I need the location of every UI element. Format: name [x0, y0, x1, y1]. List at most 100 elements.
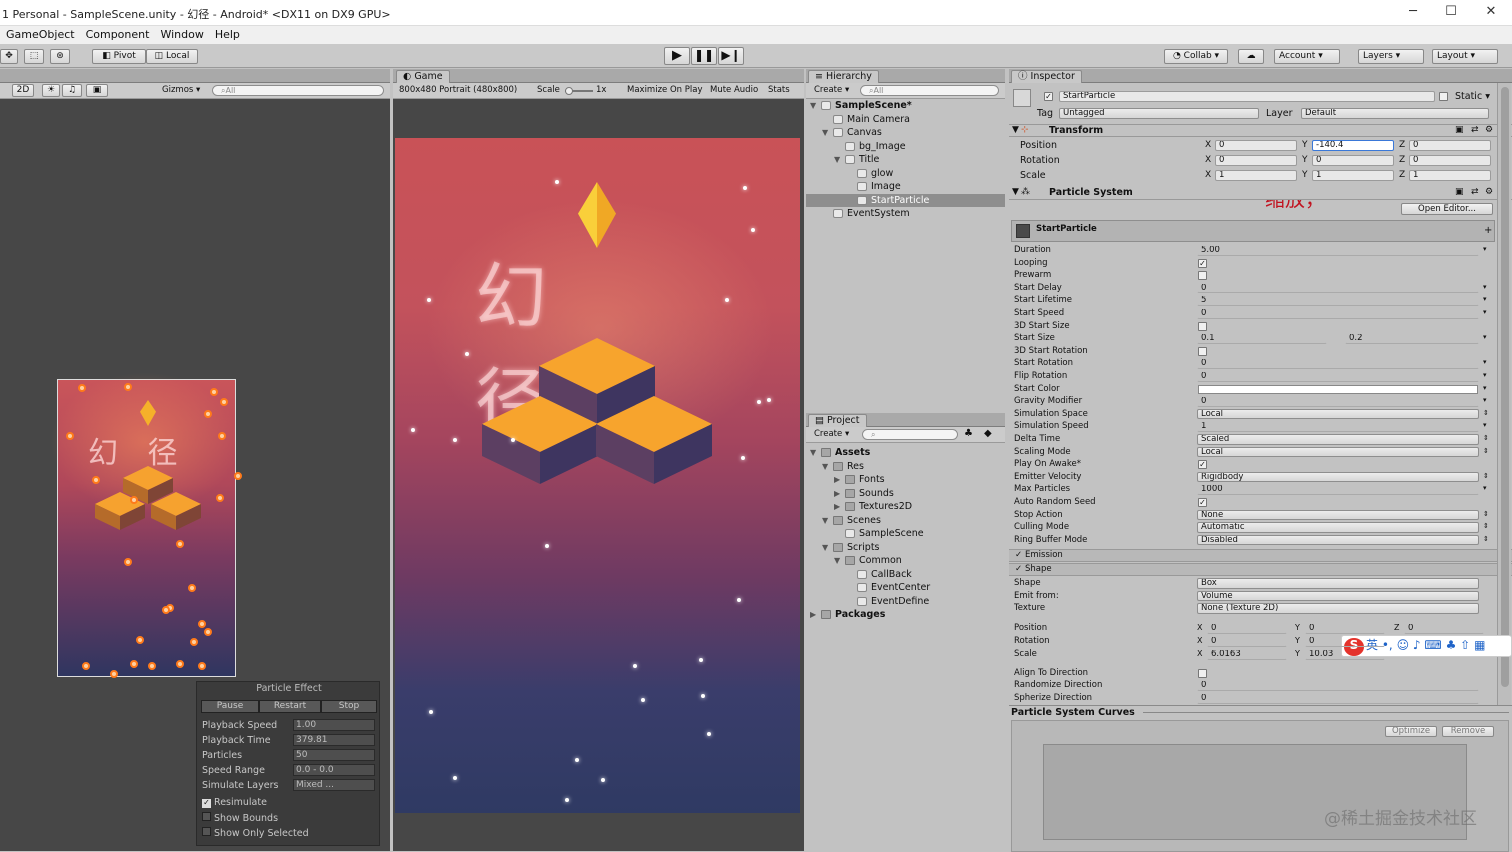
start-color-swatch[interactable] [1198, 384, 1478, 394]
ps-prop-checkbox[interactable]: ✓ [1198, 498, 1207, 507]
tree-item[interactable]: glow [806, 167, 1005, 181]
ps-prop-value[interactable]: Local [1197, 446, 1479, 458]
chevron-down-icon[interactable]: ▾ [1483, 384, 1487, 392]
open-editor-button[interactable]: Open Editor... [1401, 203, 1493, 215]
foldout-open-icon[interactable]: ▼ [810, 446, 816, 459]
tree-item[interactable]: ▼ Scenes [806, 514, 1005, 528]
tree-item[interactable]: ▶ Fonts [806, 473, 1005, 487]
pe-resimulate-toggle[interactable]: ✓ Resimulate [202, 797, 267, 808]
minimize-button[interactable]: ─ [1394, 2, 1432, 22]
layers-dropdown[interactable]: Layers ▾ [1358, 49, 1424, 64]
foldout-open-icon[interactable]: ▼ [822, 541, 828, 554]
gear-icon[interactable]: ⚙ [1485, 125, 1493, 136]
ps-module-header[interactable]: StartParticle + [1011, 220, 1495, 242]
local-button[interactable]: ◫ Local [146, 49, 198, 64]
ps-prop-value[interactable]: Disabled [1197, 534, 1479, 546]
help-icon[interactable]: ▣ [1455, 187, 1464, 198]
checkbox-checked-icon[interactable]: ✓ [1015, 564, 1022, 575]
foldout-open-icon[interactable]: ▼ [834, 554, 840, 567]
ps-prop-value[interactable]: Automatic [1197, 522, 1479, 533]
transform-position-z-input[interactable]: 0 [1409, 140, 1491, 151]
tree-item[interactable]: ▼ Res [806, 460, 1005, 474]
transform-position-y-input[interactable]: -140.4 [1312, 140, 1394, 151]
transform-scale-x-input[interactable]: 1 [1215, 170, 1297, 181]
spherize-value[interactable]: 0 [1197, 693, 1479, 704]
tab-hierarchy[interactable]: ≡ Hierarchy [808, 70, 879, 83]
foldout-open-icon[interactable]: ▼ [822, 514, 828, 527]
slider-thumb[interactable] [565, 87, 573, 95]
tree-item[interactable]: ▶ Textures2D [806, 500, 1005, 514]
chevron-down-icon[interactable]: ▾ [1483, 245, 1487, 253]
filter-type-icon[interactable]: ♣ [964, 428, 973, 439]
updown-icon[interactable]: ⇕ [1483, 409, 1489, 417]
shape-shape_rot-x[interactable]: 0 [1207, 636, 1287, 647]
chevron-down-icon[interactable]: ▾ [1483, 333, 1487, 341]
ps-prop-value[interactable]: 5 [1197, 295, 1479, 306]
transform-rotation-x-input[interactable]: 0 [1215, 155, 1297, 166]
static-checkbox[interactable] [1439, 92, 1448, 101]
project-search-input[interactable]: ⌕ [862, 429, 958, 440]
tree-item[interactable]: ▶ Sounds [806, 487, 1005, 501]
shape-shape_scale-y[interactable]: 10.03 [1305, 649, 1385, 660]
tree-item[interactable]: Main Camera [806, 113, 1005, 127]
ps-prop-checkbox[interactable]: ✓ [1198, 258, 1207, 268]
ps-prop-value[interactable]: 0.1 [1197, 333, 1327, 344]
hierarchy-create-dropdown[interactable]: Create ▾ [814, 85, 849, 95]
chevron-down-icon[interactable]: ▾ [1483, 421, 1487, 429]
transform-scale-y-input[interactable]: 1 [1312, 170, 1394, 181]
add-icon[interactable]: + [1484, 225, 1492, 236]
ps-prop-checkbox[interactable]: ✓ [1198, 460, 1207, 470]
checkbox-checked-icon[interactable]: ✓ [1015, 550, 1022, 561]
pe-row-value[interactable]: Mixed ... [293, 779, 375, 791]
ps-prop-value[interactable]: 5.00 [1197, 245, 1479, 256]
pause-button[interactable]: ❚❚ [691, 47, 717, 65]
pe-pause-button[interactable]: Pause [201, 700, 259, 713]
ps-prop-value[interactable]: 1 [1197, 421, 1479, 432]
maximize-on-play-toggle[interactable]: Maximize On Play [627, 85, 702, 95]
scale-slider[interactable] [565, 87, 593, 95]
ps-prop-value[interactable]: 0 [1197, 283, 1479, 294]
updown-icon[interactable]: ⇕ [1483, 522, 1489, 530]
pe-show-bounds-toggle[interactable]: Show Bounds [202, 812, 278, 824]
close-button[interactable]: ✕ [1472, 2, 1510, 22]
pe-restart-button[interactable]: Restart [259, 700, 321, 713]
tree-item[interactable]: EventDefine [806, 595, 1005, 609]
chevron-down-icon[interactable]: ▾ [1483, 295, 1487, 303]
maximize-button[interactable]: ☐ [1432, 2, 1470, 22]
collab-button[interactable]: ◔ Collab ▾ [1164, 49, 1228, 64]
shape-shape_rot-y[interactable]: 0 [1305, 636, 1385, 647]
game-viewport[interactable]: 幻 径 [395, 138, 800, 813]
chevron-down-icon[interactable]: ▾ [1483, 484, 1487, 492]
tree-item[interactable]: ▼ Assets [806, 446, 1005, 460]
foldout-open-icon[interactable]: ▶ [810, 608, 816, 621]
shape-prop-value[interactable]: Box [1197, 578, 1479, 589]
tree-item[interactable]: ▼ Scripts [806, 541, 1005, 555]
ps-prop-value[interactable]: Local [1197, 408, 1479, 420]
randomize-value[interactable]: 0 [1197, 680, 1479, 691]
tree-item[interactable]: ▶ Packages [806, 608, 1005, 622]
skin-icon[interactable]: ♣ [1446, 638, 1457, 652]
foldout-open-icon[interactable]: ▶ [834, 473, 840, 486]
ps-prop-checkbox[interactable] [1198, 321, 1207, 331]
tree-item[interactable]: ▼ Canvas [806, 126, 1005, 140]
menu-window[interactable]: Window [154, 26, 208, 41]
shape-shape_scale-x[interactable]: 6.0163 [1207, 649, 1287, 660]
tab-game[interactable]: ◐ Game [396, 70, 450, 83]
chevron-down-icon[interactable]: ▾ [1483, 358, 1487, 366]
gameobject-name-input[interactable]: StartParticle [1059, 91, 1435, 102]
tree-item[interactable]: CallBack [806, 568, 1005, 582]
tag-dropdown[interactable]: Untagged [1059, 108, 1259, 119]
tab-project[interactable]: ▤ Project [808, 414, 867, 427]
optimize-button[interactable]: Optimize [1385, 726, 1437, 737]
gear-icon[interactable]: ⚙ [1485, 187, 1493, 198]
align-direction-checkbox[interactable] [1198, 669, 1207, 678]
gizmos-dropdown[interactable]: Gizmos ▾ [162, 85, 200, 95]
tree-item[interactable]: StartParticle [806, 193, 1005, 207]
shape-prop-value[interactable]: None (Texture 2D) [1197, 603, 1479, 614]
ps-prop-value[interactable]: 0 [1197, 371, 1479, 382]
tree-item[interactable]: ▼ Title [806, 153, 1005, 167]
menu-gameobject[interactable]: GameObject [0, 26, 80, 41]
rect-tool-icon[interactable]: ⬚ [24, 49, 44, 64]
shape-shape_pos-x[interactable]: 0 [1207, 623, 1287, 634]
ps-prop-checkbox[interactable] [1198, 346, 1207, 356]
